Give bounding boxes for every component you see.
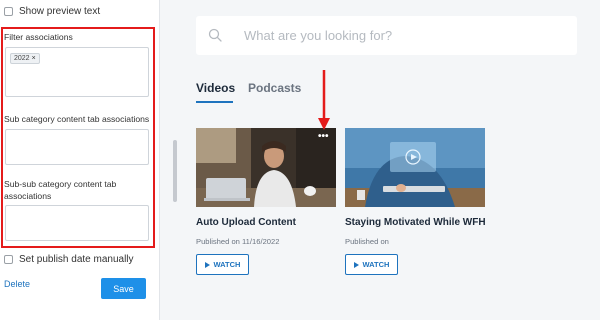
watch-button[interactable]: WATCH: [345, 254, 398, 275]
chip-remove-icon[interactable]: ×: [32, 55, 36, 62]
more-options-icon[interactable]: •••: [318, 132, 329, 142]
show-preview-label: Show preview text: [19, 6, 101, 17]
video-thumbnail[interactable]: [196, 128, 336, 207]
subcategory-associations-field[interactable]: [5, 129, 149, 165]
filter-associations-label: Filter associations: [4, 32, 73, 42]
filter-associations-field[interactable]: 2022 ×: [5, 47, 149, 97]
card-date: Published on 11/16/2022: [196, 237, 280, 246]
publish-manually-checkbox-row[interactable]: Set publish date manually: [4, 254, 134, 265]
filter-chip: 2022 ×: [10, 53, 40, 64]
publish-manually-checkbox[interactable]: [4, 255, 13, 264]
subsubcategory-associations-field[interactable]: [5, 205, 149, 241]
tab-videos[interactable]: Videos: [196, 81, 235, 95]
scrollbar-thumb[interactable]: [173, 140, 177, 202]
watch-button[interactable]: WATCH: [196, 254, 249, 275]
card-title[interactable]: Staying Motivated While WFH: [345, 217, 495, 228]
card-title[interactable]: Auto Upload Content: [196, 217, 346, 228]
settings-panel: Show preview text Filter associations 20…: [0, 0, 160, 320]
search-bar[interactable]: [196, 16, 577, 55]
tab-podcasts[interactable]: Podcasts: [248, 81, 301, 95]
search-icon: [208, 28, 222, 42]
delete-link[interactable]: Delete: [4, 279, 30, 289]
subcategory-associations-label: Sub category content tab associations: [4, 114, 150, 124]
card-date: Published on: [345, 237, 389, 246]
filter-chip-label: 2022: [14, 55, 30, 62]
show-preview-checkbox[interactable]: [4, 7, 13, 16]
watch-label: WATCH: [213, 260, 241, 269]
video-thumbnail[interactable]: [345, 128, 485, 207]
publish-manually-label: Set publish date manually: [19, 254, 134, 265]
active-tab-underline: [196, 101, 233, 103]
annotation-arrow-icon: [318, 70, 330, 130]
save-button[interactable]: Save: [101, 278, 146, 299]
search-input[interactable]: [244, 25, 564, 46]
show-preview-checkbox-row[interactable]: Show preview text: [4, 6, 100, 17]
play-icon: [204, 261, 210, 268]
watch-label: WATCH: [362, 260, 390, 269]
subsubcategory-associations-label: Sub-sub category content tab association…: [4, 179, 117, 201]
play-icon: [353, 261, 359, 268]
